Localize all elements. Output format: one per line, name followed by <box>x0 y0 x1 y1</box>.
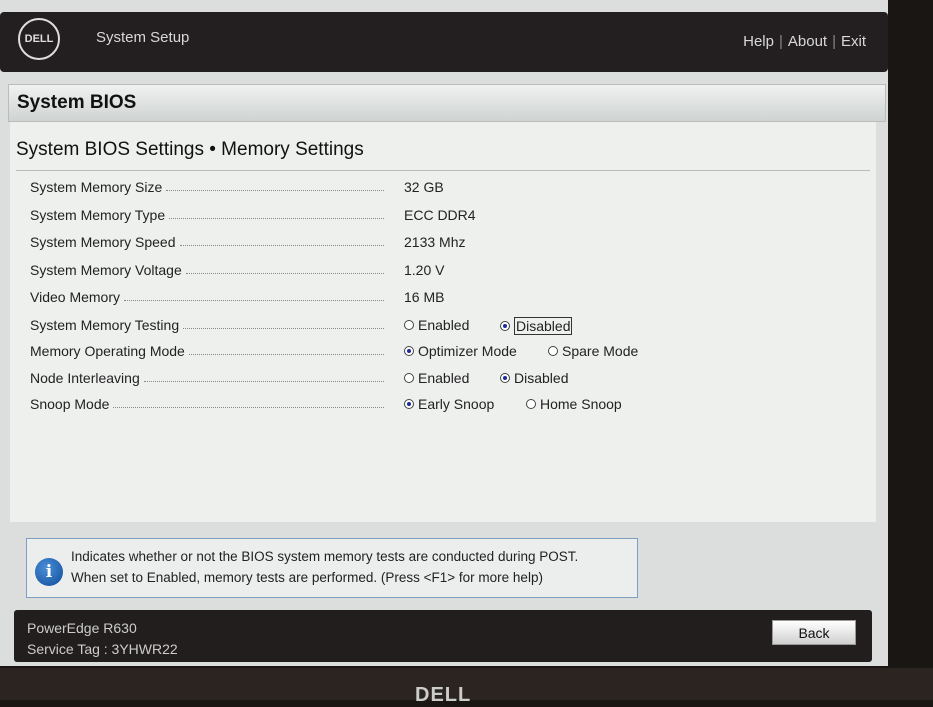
radio-option[interactable]: Optimizer Mode <box>404 343 517 359</box>
option-label: Disabled <box>514 370 569 386</box>
setting-value: 16 MB <box>404 289 445 305</box>
service-tag: Service Tag : 3YHWR22 <box>27 641 178 657</box>
radio-option[interactable]: Enabled <box>404 317 469 333</box>
dell-logo: DELL <box>18 18 60 60</box>
radio-icon[interactable] <box>404 373 414 383</box>
setting-label: System Memory Size <box>30 179 388 195</box>
radio-icon[interactable] <box>526 399 536 409</box>
setting-row: System Memory Size 32 GB <box>30 179 870 203</box>
option-label: Home Snoop <box>540 396 622 412</box>
label-text: System Memory Voltage <box>30 262 182 278</box>
info-icon: i <box>35 558 63 586</box>
option-label: Early Snoop <box>418 396 495 412</box>
option-label: Enabled <box>418 370 470 386</box>
help-line-2: When set to Enabled, memory tests are pe… <box>71 570 543 585</box>
separator: | <box>832 33 836 50</box>
header-links: Help | About | Exit <box>743 33 866 50</box>
setting-row: System Memory Speed 2133 Mhz <box>30 234 870 258</box>
setting-row: Memory Operating Mode Optimizer Mode Spare… <box>30 343 870 367</box>
label-text: Snoop Mode <box>30 396 110 412</box>
separator: | <box>778 33 783 50</box>
radio-icon[interactable] <box>404 346 414 356</box>
setting-value: ECC DDR4 <box>404 207 476 223</box>
section-header: System BIOS <box>8 84 886 122</box>
bezel-dell-logo: DELL <box>415 684 472 706</box>
label-text: System Memory Speed <box>30 234 176 250</box>
setting-row: Snoop Mode Early Snoop Home Snoop <box>30 396 870 420</box>
setting-label: Memory Operating Mode <box>30 343 388 359</box>
radio-option[interactable]: Home Snoop <box>526 396 622 412</box>
footer: PowerEdge R630 Service Tag : 3YHWR22 Bac… <box>14 610 872 662</box>
radio-option[interactable]: Enabled <box>404 370 469 386</box>
settings-panel: System BIOS Settings • Memory Settings S… <box>10 122 876 522</box>
setting-label: System Memory Testing <box>30 317 388 333</box>
radio-icon[interactable] <box>500 321 510 331</box>
setting-label: Snoop Mode <box>30 396 388 412</box>
radio-icon[interactable] <box>404 320 414 330</box>
app-title: System Setup <box>96 29 190 46</box>
setting-row: Node Interleaving Enabled Disabled <box>30 370 870 394</box>
about-link[interactable]: About <box>788 33 827 50</box>
dot-leader <box>179 238 384 246</box>
label-text: System Memory Testing <box>30 317 180 333</box>
radio-option[interactable]: Disabled <box>500 370 568 386</box>
setting-label: Node Interleaving <box>30 370 388 386</box>
label-text: System Memory Type <box>30 207 166 223</box>
option-label: Enabled <box>418 317 470 333</box>
divider <box>16 170 870 171</box>
exit-link[interactable]: Exit <box>841 33 866 50</box>
setting-label: System Memory Voltage <box>30 262 388 278</box>
help-box: i Indicates whether or not the BIOS syst… <box>26 538 638 598</box>
label-text: Memory Operating Mode <box>30 343 185 359</box>
setting-label: System Memory Speed <box>30 234 388 250</box>
dot-leader <box>124 293 384 301</box>
top-bar: DELL System Setup Help | About | Exit <box>0 12 888 72</box>
model-name: PowerEdge R630 <box>27 620 137 636</box>
setting-row: System Memory Testing Enabled Disabled <box>30 317 870 341</box>
radio-option[interactable]: Early Snoop <box>404 396 494 412</box>
setting-label: System Memory Type <box>30 207 388 223</box>
dot-leader <box>169 211 384 219</box>
setting-row: System Memory Type ECC DDR4 <box>30 207 870 231</box>
option-label: Optimizer Mode <box>418 343 517 359</box>
label-text: Video Memory <box>30 289 121 305</box>
label-text: Node Interleaving <box>30 370 140 386</box>
help-line-1: Indicates whether or not the BIOS system… <box>71 549 579 564</box>
setting-value: 1.20 V <box>404 262 445 278</box>
setting-row: Video Memory 16 MB <box>30 289 870 313</box>
dot-leader <box>188 347 384 355</box>
radio-icon[interactable] <box>404 399 414 409</box>
dot-leader <box>185 266 384 274</box>
section-title: System BIOS <box>17 92 137 113</box>
help-link[interactable]: Help <box>743 33 774 50</box>
option-label: Spare Mode <box>562 343 639 359</box>
setting-label: Video Memory <box>30 289 388 305</box>
bios-screen: DELL System Setup Help | About | Exit System… <box>0 0 888 666</box>
back-button[interactable]: Back <box>772 620 856 645</box>
radio-option[interactable]: Disabled <box>500 317 573 335</box>
setting-value: 2133 Mhz <box>404 234 466 250</box>
setting-value: 32 GB <box>404 179 444 195</box>
dot-leader <box>166 183 384 191</box>
dot-leader <box>183 321 384 329</box>
radio-option[interactable]: Spare Mode <box>548 343 638 359</box>
option-label: Disabled <box>514 317 573 335</box>
dot-leader <box>143 374 384 382</box>
radio-icon[interactable] <box>500 373 510 383</box>
dot-leader <box>113 400 384 408</box>
radio-icon[interactable] <box>548 346 558 356</box>
page-title: System BIOS Settings • Memory Settings <box>16 139 364 160</box>
label-text: System Memory Size <box>30 179 163 195</box>
setting-row: System Memory Voltage 1.20 V <box>30 262 870 286</box>
